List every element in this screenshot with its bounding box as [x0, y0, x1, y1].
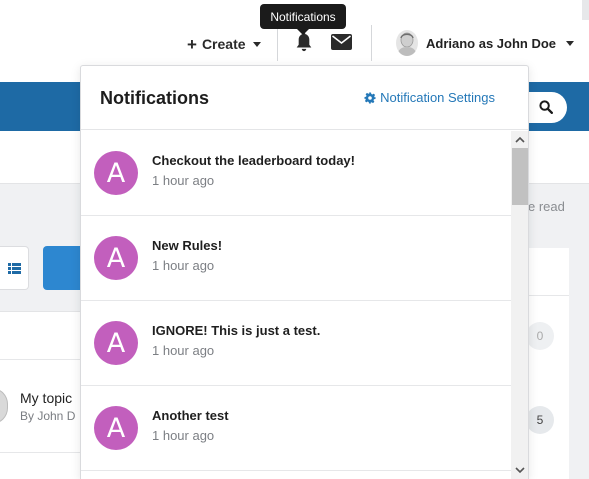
topic-title[interactable]: My topic [20, 390, 72, 406]
search-icon[interactable] [539, 100, 553, 114]
mail-icon[interactable] [331, 34, 352, 50]
caret-down-icon [252, 41, 261, 47]
plus-icon: + [187, 34, 197, 54]
notification-time: 1 hour ago [152, 428, 215, 443]
notifications-title: Notifications [100, 88, 210, 108]
reply-count-badge: 0 [526, 322, 554, 350]
mark-read-link[interactable]: e read [528, 199, 565, 214]
notifications-header: Notifications Notification Settings [81, 66, 528, 130]
header-edge [582, 0, 589, 20]
divider [529, 295, 569, 296]
chevron-down-icon[interactable] [515, 466, 525, 474]
topic-stats-panel [529, 248, 569, 479]
notifications-dropdown: Notifications Notification Settings A Ch… [80, 65, 529, 479]
gear-icon [364, 92, 376, 103]
create-button[interactable]: + Create [187, 34, 261, 54]
notifications-tooltip: Notifications [260, 4, 346, 29]
scrollbar-thumb[interactable] [512, 148, 528, 205]
divider [0, 359, 80, 360]
notification-settings-link[interactable]: Notification Settings [364, 90, 495, 105]
avatar: A [94, 151, 138, 195]
avatar [396, 30, 418, 56]
notification-text: New Rules! [152, 238, 223, 253]
notifications-list: A Checkout the leaderboard today! 1 hour… [81, 131, 511, 479]
notification-time: 1 hour ago [152, 343, 215, 358]
list-view-toggle[interactable] [0, 246, 29, 290]
avatar: A [94, 406, 138, 450]
user-menu[interactable]: Adriano as John Doe [396, 29, 575, 57]
header-divider [371, 25, 372, 61]
user-name: Adriano as John Doe [426, 35, 557, 51]
notification-text: Another test [152, 408, 229, 423]
header-divider [277, 25, 278, 61]
avatar: A [94, 321, 138, 365]
reply-count-badge: 5 [526, 406, 554, 434]
caret-down-icon [566, 40, 575, 46]
chevron-up-icon[interactable] [515, 136, 525, 144]
notification-time: 1 hour ago [152, 258, 215, 273]
scrollbar[interactable] [511, 131, 528, 479]
topic-meta: By John D [20, 409, 76, 423]
create-label: Create [201, 36, 246, 52]
notification-settings-label: Notification Settings [380, 90, 495, 105]
notification-item[interactable]: A Checkout the leaderboard today! 1 hour… [81, 131, 511, 216]
notification-text: Checkout the leaderboard today! [152, 153, 355, 168]
notification-item[interactable]: A IGNORE! This is just a test. 1 hour ag… [81, 301, 511, 386]
notification-time: 1 hour ago [152, 173, 215, 188]
list-icon [7, 262, 21, 274]
tooltip-arrow [297, 29, 309, 35]
notification-text: IGNORE! This is just a test. [152, 323, 321, 338]
notification-item[interactable]: A Another test 1 hour ago [81, 386, 511, 471]
notification-item[interactable]: A New Rules! 1 hour ago [81, 216, 511, 301]
start-topic-button[interactable] [43, 246, 83, 290]
avatar: A [94, 236, 138, 280]
divider [0, 452, 80, 453]
